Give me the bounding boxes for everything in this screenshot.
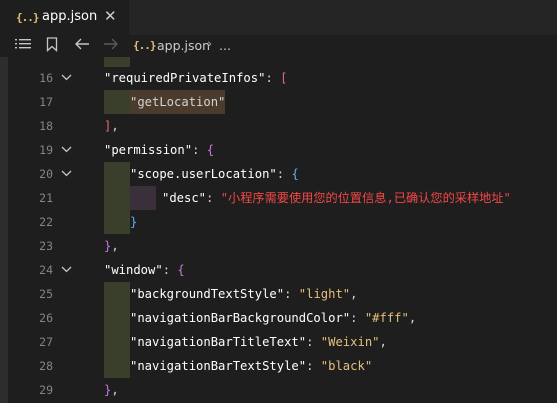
json-key: "permission" [104,143,193,157]
line-number: 25 [39,287,53,301]
json-string: "Weixin" [320,335,380,349]
json-key: "navigationBarBackgroundColor" [130,311,351,325]
line-number: 27 [39,335,53,349]
line-number: 16 [39,71,53,85]
json-file-icon: {..} [133,39,156,52]
code-line: 24 "window": { [0,258,557,282]
json-file-icon: {..} [16,11,39,24]
tab-title: app.json [42,9,98,24]
code-line: 22 } [0,210,557,234]
json-string: "light" [298,287,351,301]
code-line: 23 }, [0,234,557,258]
json-key: "desc" [162,191,207,205]
line-number: 20 [39,167,53,181]
code-editor[interactable]: 16 "requiredPrivateInfos": [ 17 "getLoca… [0,57,557,403]
line-number: 18 [39,119,53,133]
code-line: 26 "navigationBarBackgroundColor": "#fff… [0,306,557,330]
json-key: "window" [104,263,163,277]
line-number: 22 [39,215,53,229]
code-line: 18 ], [0,114,557,138]
line-number: 23 [39,239,53,253]
line-number: 19 [39,143,53,157]
chevron-down-icon[interactable] [61,264,72,275]
json-key: "navigationBarTitleText" [130,335,307,349]
code-line: 28 "navigationBarTextStyle": "black" [0,354,557,378]
breadcrumb: {..} app.json › ... [0,35,557,57]
code-line: 20 "scope.userLocation": { [0,162,557,186]
code-line: 25 "backgroundTextStyle": "light", [0,282,557,306]
close-icon[interactable]: ✕ [104,7,117,25]
json-string: "black" [320,359,373,373]
tab-app-json[interactable]: {..} app.json ✕ [0,0,129,35]
chevron-down-icon[interactable] [61,144,72,155]
json-key: "scope.userLocation" [130,167,277,181]
line-number: 24 [39,263,53,277]
json-key: "requiredPrivateInfos" [104,71,266,85]
tab-bar: {..} app.json ✕ [0,0,557,35]
json-string: "小程序需要使用您的位置信息,已确认您的采样地址" [220,191,511,205]
chevron-right-icon: › [207,37,213,52]
chevron-down-icon[interactable] [61,72,72,83]
json-string: "getLocation" [130,90,226,114]
json-key: "backgroundTextStyle" [130,287,285,301]
chevron-down-icon[interactable] [61,168,72,179]
arrow-right-icon[interactable] [103,37,119,55]
arrow-left-icon[interactable] [74,37,90,55]
json-key: "navigationBarTextStyle" [130,359,307,373]
code-line: 21 "desc": "小程序需要使用您的位置信息,已确认您的采样地址" [0,186,557,210]
code-line: 29 }, [0,378,557,402]
line-number: 26 [39,311,53,325]
code-line: 16 "requiredPrivateInfos": [ [0,66,557,90]
line-number: 28 [39,359,53,373]
breadcrumb-file[interactable]: app.json [157,38,210,53]
code-line: 19 "permission": { [0,138,557,162]
line-number: 21 [39,191,53,205]
bookmark-icon[interactable] [46,37,58,56]
line-number: 17 [39,95,53,109]
code-line: 17 "getLocation" [0,90,557,114]
code-line: 27 "navigationBarTitleText": "Weixin", [0,330,557,354]
breadcrumb-more[interactable]: ... [219,38,231,53]
list-icon[interactable] [15,37,31,55]
json-string: "#fff" [364,311,409,325]
line-number: 29 [39,383,53,397]
